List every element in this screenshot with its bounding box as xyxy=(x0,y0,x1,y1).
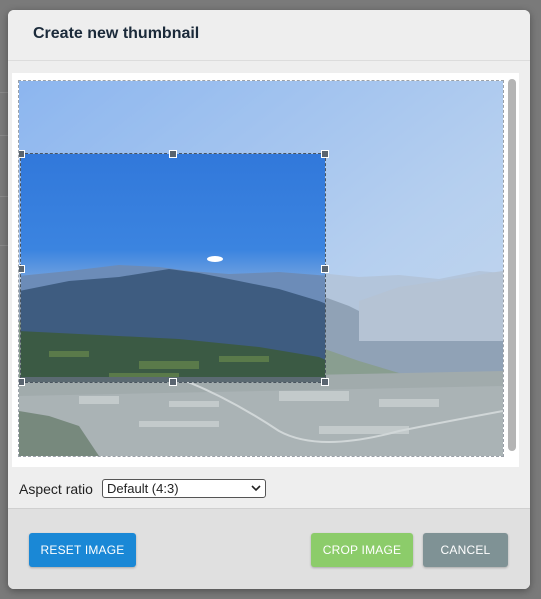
thumbnail-dialog: Create new thumbnail Aspect ratio Defaul… xyxy=(8,10,530,589)
crop-handle-bottom-left[interactable] xyxy=(19,378,25,386)
aspect-ratio-value: Default (4:3) xyxy=(107,481,179,496)
crop-handle-top[interactable] xyxy=(169,150,177,158)
reset-image-button[interactable]: RESET IMAGE xyxy=(29,533,136,567)
crop-area xyxy=(12,73,519,467)
aspect-ratio-select[interactable]: Default (4:3) xyxy=(102,479,266,498)
crop-handle-bottom-right[interactable] xyxy=(321,378,329,386)
dialog-body: Aspect ratio Default (4:3) xyxy=(8,61,530,508)
crop-handle-bottom[interactable] xyxy=(169,378,177,386)
chevron-down-icon xyxy=(251,485,261,492)
landscape-photo-selected xyxy=(21,154,325,382)
crop-image[interactable] xyxy=(18,80,504,457)
cancel-button[interactable]: CANCEL xyxy=(423,533,508,567)
dialog-footer: RESET IMAGE CROP IMAGE CANCEL xyxy=(8,508,530,589)
crop-handle-top-left[interactable] xyxy=(19,150,25,158)
vertical-scrollbar[interactable] xyxy=(508,79,516,451)
crop-image-button[interactable]: CROP IMAGE xyxy=(311,533,413,567)
dialog-title: Create new thumbnail xyxy=(33,25,200,42)
crop-selection[interactable] xyxy=(20,153,326,383)
crop-handle-top-right[interactable] xyxy=(321,150,329,158)
crop-handle-right[interactable] xyxy=(321,265,329,273)
aspect-ratio-label: Aspect ratio xyxy=(19,481,93,497)
dialog-header: Create new thumbnail xyxy=(8,10,530,61)
crop-handle-left[interactable] xyxy=(19,265,25,273)
